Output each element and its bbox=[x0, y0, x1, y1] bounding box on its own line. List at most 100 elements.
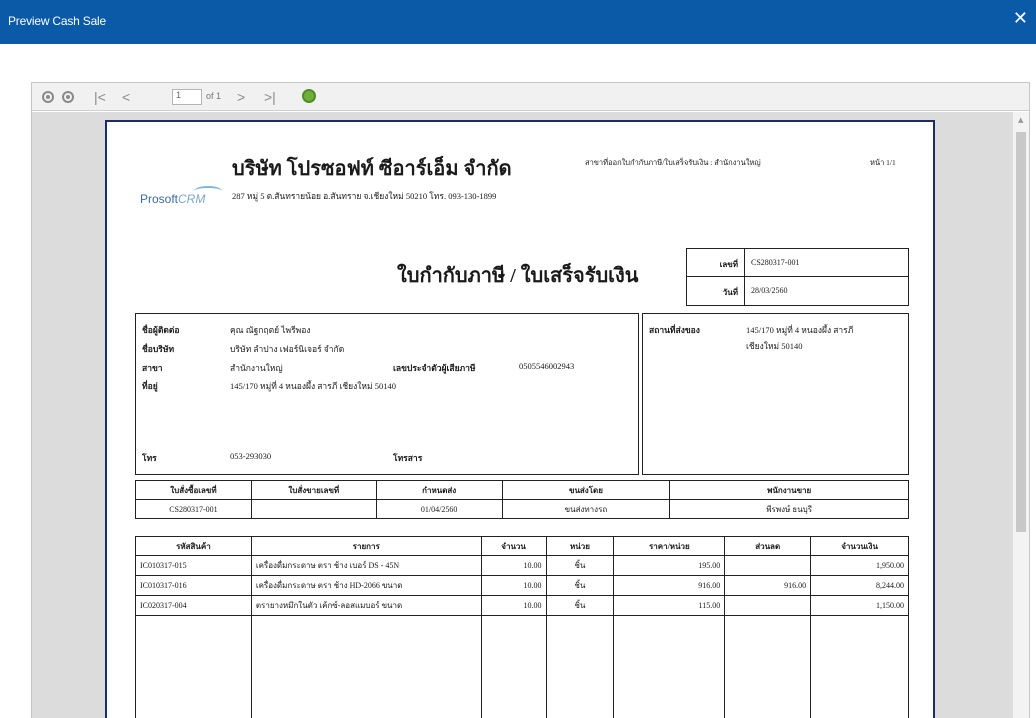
scroll-up-icon[interactable]: ▲ bbox=[1018, 116, 1023, 124]
ref-cell-due: 01/04/2560 bbox=[375, 499, 503, 519]
company-logo: ProsoftCRM bbox=[140, 192, 205, 206]
scrollbar-thumb[interactable] bbox=[1016, 132, 1026, 532]
reference-header-row: ใบสั่งซื้อเลขที่ ใบสั่งขายเลขที่ กำหนดส่… bbox=[135, 480, 909, 500]
item-price: 916.00 bbox=[613, 575, 726, 596]
doc-date-label: วันที่ bbox=[687, 277, 745, 305]
item-unit: ชิ้น bbox=[545, 555, 615, 576]
document-number-box: เลขที่ CS280317-001 วันที่ 28/03/2560 bbox=[686, 248, 909, 306]
vertical-scrollbar[interactable]: ▲ bbox=[1012, 112, 1029, 718]
taxid-value: 0505546002943 bbox=[519, 361, 575, 371]
doc-number-row: เลขที่ CS280317-001 bbox=[687, 249, 908, 277]
company-address: 287 หมู่ 5 ต.สันทรายน้อย อ.สันทราย จ.เชี… bbox=[232, 191, 497, 201]
item-header-unit: หน่วย bbox=[545, 536, 615, 556]
page-number-input[interactable]: 1 bbox=[172, 89, 202, 105]
empty-cell bbox=[810, 615, 909, 718]
branch-value: สำนักงานใหญ่ bbox=[230, 363, 283, 373]
item-amount: 1,150.00 bbox=[810, 595, 909, 616]
item-unit: ชิ้น bbox=[545, 595, 615, 616]
empty-cell bbox=[613, 615, 726, 718]
company-label: ชื่อบริษัท bbox=[142, 344, 175, 354]
contact-label: ชื่อผู้ติดต่อ bbox=[142, 325, 180, 335]
ref-header-ship: ขนส่งโดย bbox=[501, 480, 671, 500]
address-value: 145/170 หมู่ที่ 4 หนองผึ้ง สารภี เชียงให… bbox=[230, 381, 397, 391]
items-header-row: รหัสสินค้า รายการ จำนวน หน่วย ราคา/หน่วย… bbox=[135, 536, 909, 556]
window-titlebar: Preview Cash Sale ✕ bbox=[0, 0, 1036, 44]
page-count-label: of 1 bbox=[206, 91, 222, 101]
item-header-code: รหัสสินค้า bbox=[135, 536, 252, 556]
ref-header-sales: พนักงานขาย bbox=[669, 480, 909, 500]
zoom-in-icon[interactable] bbox=[62, 91, 74, 103]
doc-date-value: 28/03/2560 bbox=[751, 286, 788, 295]
item-unit: ชิ้น bbox=[545, 575, 615, 596]
item-description: เครื่องดื่มกระดาษ ตรา ช้าง HD-2066 ขนาด bbox=[250, 575, 482, 596]
item-code: IC010317-015 bbox=[135, 555, 252, 576]
empty-cell bbox=[135, 615, 252, 718]
table-row: IC020317-004 ตรายางหมึกในตัว เค้กซ์-ลอสแ… bbox=[135, 595, 909, 616]
ref-cell-so bbox=[250, 499, 377, 519]
ref-header-so: ใบสั่งขายเลขที่ bbox=[250, 480, 377, 500]
branch-note: สาขาที่ออกใบกำกับภาษี/ใบเสร็จรับเงิน : ส… bbox=[585, 158, 761, 167]
company-name: บริษัท โปรซอฟท์ ซีอาร์เอ็ม จำกัด bbox=[232, 158, 512, 180]
item-code: IC010317-016 bbox=[135, 575, 252, 596]
item-code: IC020317-004 bbox=[135, 595, 252, 616]
fax-label: โทรสาร bbox=[393, 453, 423, 463]
shipping-box: สถานที่ส่งของ 145/170 หมู่ที่ 4 หนองผึ้ง… bbox=[642, 313, 909, 475]
previous-page-button[interactable]: < bbox=[122, 88, 130, 106]
item-header-desc: รายการ bbox=[250, 536, 482, 556]
report-viewer: |< < 1 of 1 > >| บริษัท โปรซอฟท์ ซีอาร์เ… bbox=[31, 82, 1030, 718]
reference-table: ใบสั่งซื้อเลขที่ ใบสั่งขายเลขที่ กำหนดส่… bbox=[135, 480, 909, 519]
first-page-button[interactable]: |< bbox=[94, 88, 106, 106]
taxid-label: เลขประจำตัวผู้เสียภาษี bbox=[393, 363, 476, 373]
report-canvas: บริษัท โปรซอฟท์ ซีอาร์เอ็ม จำกัด 287 หมู… bbox=[32, 112, 1012, 718]
item-description: เครื่องดื่มกระดาษ ตรา ช้าง เบอร์ DS - 45… bbox=[250, 555, 482, 576]
logo-sub: CRM bbox=[178, 192, 206, 206]
item-amount: 1,950.00 bbox=[810, 555, 909, 576]
shipping-address-line1: 145/170 หมู่ที่ 4 หนองผึ้ง สารภี bbox=[746, 325, 854, 335]
empty-cell bbox=[545, 615, 615, 718]
document-title: ใบกำกับภาษี / ใบเสร็จรับเงิน bbox=[397, 265, 639, 287]
ref-cell-po: CS280317-001 bbox=[135, 499, 252, 519]
window-title: Preview Cash Sale bbox=[8, 14, 106, 28]
item-description: ตรายางหมึกในตัว เค้กซ์-ลอสแมบอร์ ขนาด bbox=[250, 595, 482, 616]
last-page-button[interactable]: >| bbox=[264, 88, 276, 106]
table-row: IC010317-015 เครื่องดื่มกระดาษ ตรา ช้าง … bbox=[135, 555, 909, 576]
item-discount bbox=[724, 595, 812, 616]
item-discount bbox=[724, 555, 812, 576]
doc-number-label: เลขที่ bbox=[687, 249, 745, 276]
table-row: IC010317-016 เครื่องดื่มกระดาษ ตรา ช้าง … bbox=[135, 575, 909, 596]
ref-cell-sales: พีรพงษ์ ธนบุรี bbox=[669, 499, 909, 519]
reference-row: CS280317-001 01/04/2560 ขนส่งทางรถ พีรพง… bbox=[135, 499, 909, 519]
item-header-amount: จำนวนเงิน bbox=[810, 536, 909, 556]
item-qty: 10.00 bbox=[480, 595, 547, 616]
item-header-discount: ส่วนลด bbox=[724, 536, 812, 556]
doc-number-value: CS280317-001 bbox=[751, 258, 800, 267]
phone-value: 053-293030 bbox=[230, 451, 272, 461]
viewer-toolbar: |< < 1 of 1 > >| bbox=[32, 83, 1029, 111]
table-row-empty bbox=[135, 615, 909, 718]
close-icon[interactable]: ✕ bbox=[1013, 9, 1028, 29]
branch-label: สาขา bbox=[142, 363, 163, 373]
empty-cell bbox=[724, 615, 812, 718]
customer-box: ชื่อผู้ติดต่อ คุณ ณัฐกฤตย์ ไพรีพอง ชื่อบ… bbox=[135, 313, 639, 475]
page-indicator: หน้า 1/1 bbox=[870, 158, 896, 167]
ref-cell-ship: ขนส่งทางรถ bbox=[501, 499, 671, 519]
logo-main: Prosoft bbox=[140, 192, 179, 206]
zoom-out-icon[interactable] bbox=[42, 91, 54, 103]
item-qty: 10.00 bbox=[480, 575, 547, 596]
shipping-label: สถานที่ส่งของ bbox=[649, 325, 700, 335]
item-discount: 916.00 bbox=[724, 575, 812, 596]
empty-cell bbox=[480, 615, 547, 718]
empty-cell bbox=[250, 615, 482, 718]
next-page-button[interactable]: > bbox=[237, 88, 245, 106]
report-page: บริษัท โปรซอฟท์ ซีอาร์เอ็ม จำกัด 287 หมู… bbox=[105, 120, 935, 718]
items-table: รหัสสินค้า รายการ จำนวน หน่วย ราคา/หน่วย… bbox=[135, 536, 909, 718]
company-value: บริษัท ลำปาง เฟอร์นิเจอร์ จำกัด bbox=[230, 344, 345, 354]
item-amount: 8,244.00 bbox=[810, 575, 909, 596]
phone-label: โทร bbox=[142, 453, 157, 463]
contact-value: คุณ ณัฐกฤตย์ ไพรีพอง bbox=[230, 325, 311, 335]
shipping-address-line2: เชียงใหม่ 50140 bbox=[746, 341, 803, 351]
refresh-icon[interactable] bbox=[302, 89, 316, 103]
item-header-qty: จำนวน bbox=[480, 536, 547, 556]
item-header-price: ราคา/หน่วย bbox=[613, 536, 726, 556]
item-price: 195.00 bbox=[613, 555, 726, 576]
